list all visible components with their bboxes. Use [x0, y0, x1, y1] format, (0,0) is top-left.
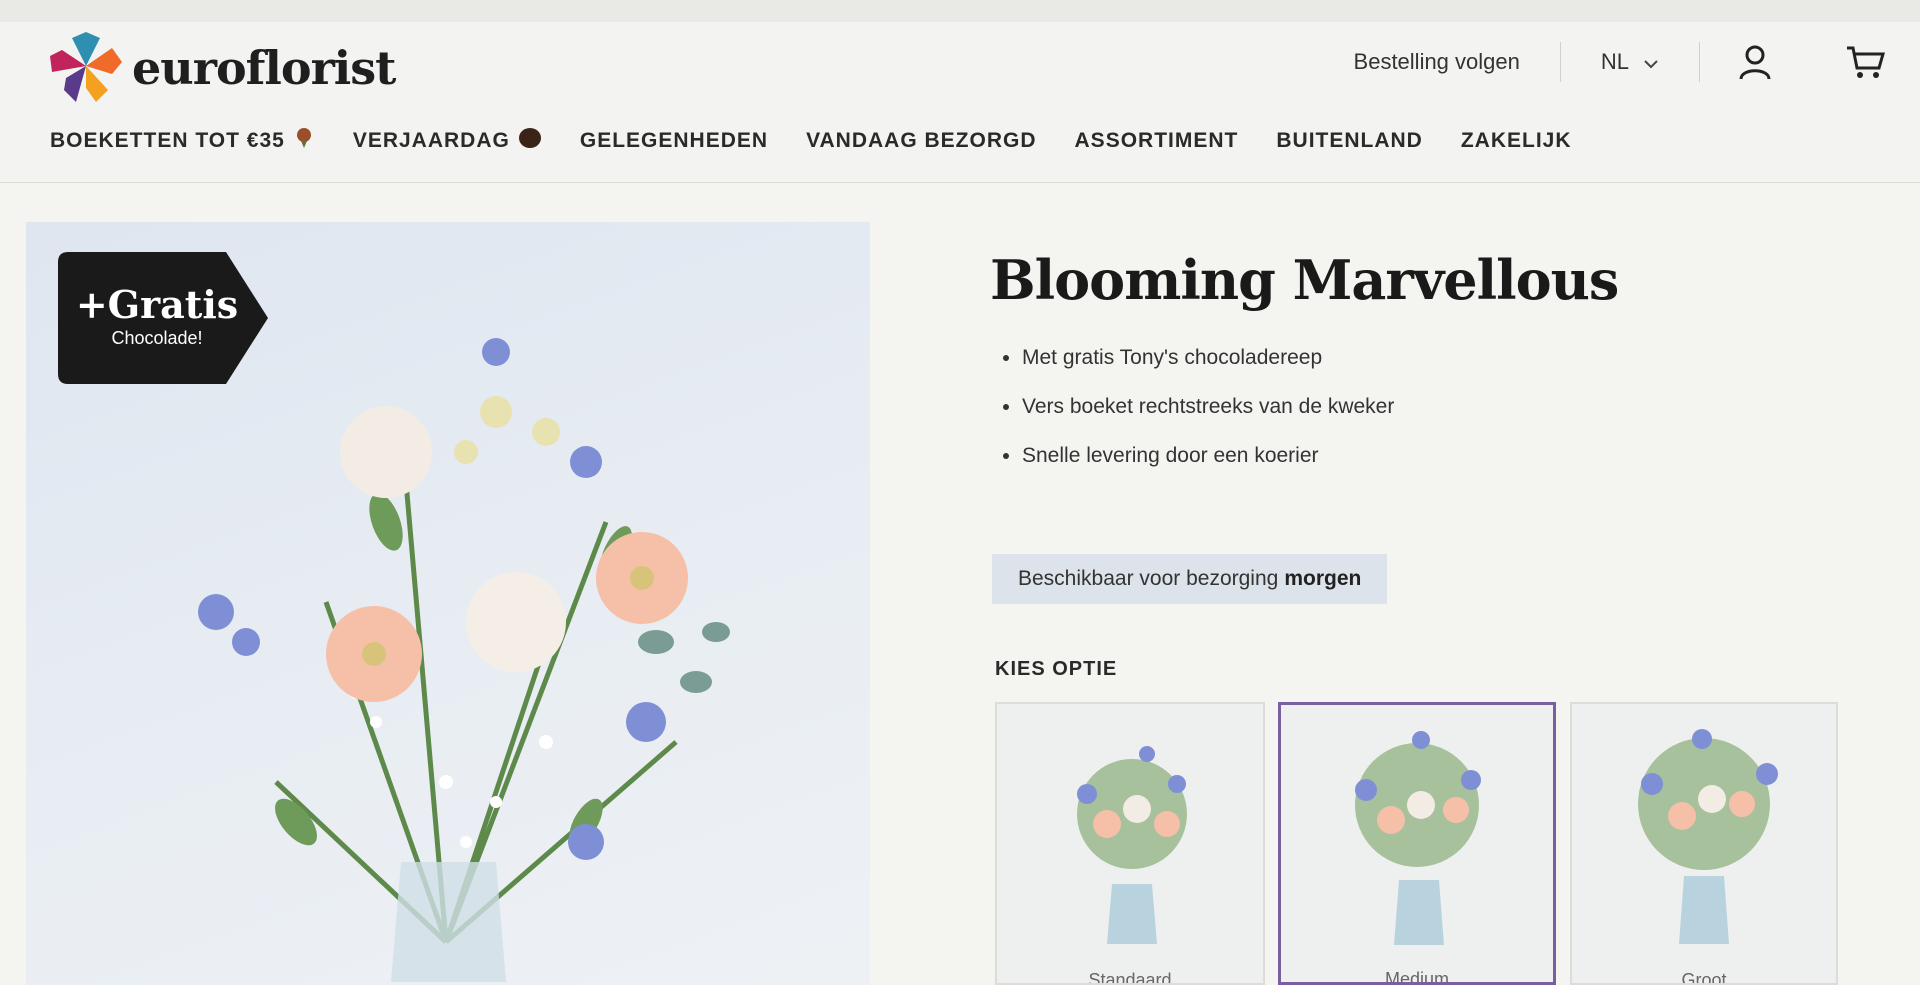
availability-text: Beschikbaar voor bezorging	[1018, 567, 1279, 590]
bouquet-icon	[293, 127, 315, 155]
euroflorist-logo[interactable]: euroflorist	[46, 28, 396, 108]
product-bullets: Met gratis Tony's chocoladereep Vers boe…	[990, 346, 1910, 468]
divider	[1699, 42, 1700, 82]
list-item: Met gratis Tony's chocoladereep	[1022, 346, 1910, 370]
nav-item-birthday[interactable]: VERJAARDAG	[353, 127, 542, 155]
product-title: Blooming Marvellous	[990, 248, 1619, 312]
option-label: Standaard	[1088, 970, 1172, 985]
nav-item-assortment[interactable]: ASSORTIMENT	[1075, 129, 1239, 153]
availability-badge: Beschikbaar voor bezorging morgen	[992, 554, 1388, 604]
option-label: Medium	[1384, 969, 1450, 985]
nav-label: BOEKETTEN TOT €35	[50, 129, 285, 152]
nav-label: VERJAARDAG	[352, 129, 510, 152]
track-order-link[interactable]: Bestelling volgen	[1354, 49, 1560, 75]
option-label: Groot	[1681, 970, 1727, 985]
nav-item-occasions[interactable]: GELEGENHEDEN	[580, 129, 768, 153]
option-card-standard[interactable]: Standaard	[995, 702, 1265, 985]
browser-strip	[0, 0, 1920, 22]
availability-day: morgen	[1284, 567, 1362, 590]
option-card-large[interactable]: Groot	[1570, 702, 1838, 985]
nav-item-same-day[interactable]: VANDAAG BEZORGD	[806, 129, 1036, 153]
utility-bar: Bestelling volgen NL	[1354, 32, 1920, 92]
language-selector[interactable]: NL	[1561, 49, 1699, 75]
bouquet-thumbnail	[1638, 729, 1778, 944]
list-item: Snelle levering door een koerier	[1022, 444, 1910, 468]
chocolate-icon	[518, 127, 542, 155]
language-code: NL	[1600, 49, 1629, 74]
brand-name: euroflorist	[132, 41, 396, 95]
flower-logo-icon	[46, 28, 126, 108]
nav-item-business[interactable]: ZAKELIJK	[1461, 129, 1572, 153]
free-chocolate-badge: +Gratis Chocolade!	[58, 252, 268, 384]
bouquet-thumbnail	[1077, 746, 1187, 944]
nav-item-budget[interactable]: BOEKETTEN TOT €35	[50, 127, 315, 155]
option-card-medium[interactable]: Medium	[1278, 702, 1556, 985]
main-navigation: BOEKETTEN TOT €35 VERJAARDAG GELEGENHEDE…	[50, 127, 1572, 155]
site-header: euroflorist Bestelling volgen NL BOEKETT…	[0, 22, 1920, 183]
options-heading: KIES OPTIE	[995, 658, 1118, 680]
badge-title: +Gratis	[75, 282, 239, 327]
product-info: Blooming Marvellous Met gratis Tony's ch…	[990, 248, 1910, 493]
bouquet-thumbnail	[1355, 731, 1481, 945]
nav-item-abroad[interactable]: BUITENLAND	[1276, 129, 1423, 153]
product-image[interactable]: +Gratis Chocolade!	[26, 222, 870, 985]
cart-icon[interactable]	[1835, 32, 1895, 92]
badge-subtitle: Chocolade!	[111, 328, 203, 348]
chevron-down-icon	[1643, 49, 1659, 75]
list-item: Vers boeket rechtstreeks van de kweker	[1022, 395, 1910, 419]
account-icon[interactable]	[1725, 32, 1785, 92]
